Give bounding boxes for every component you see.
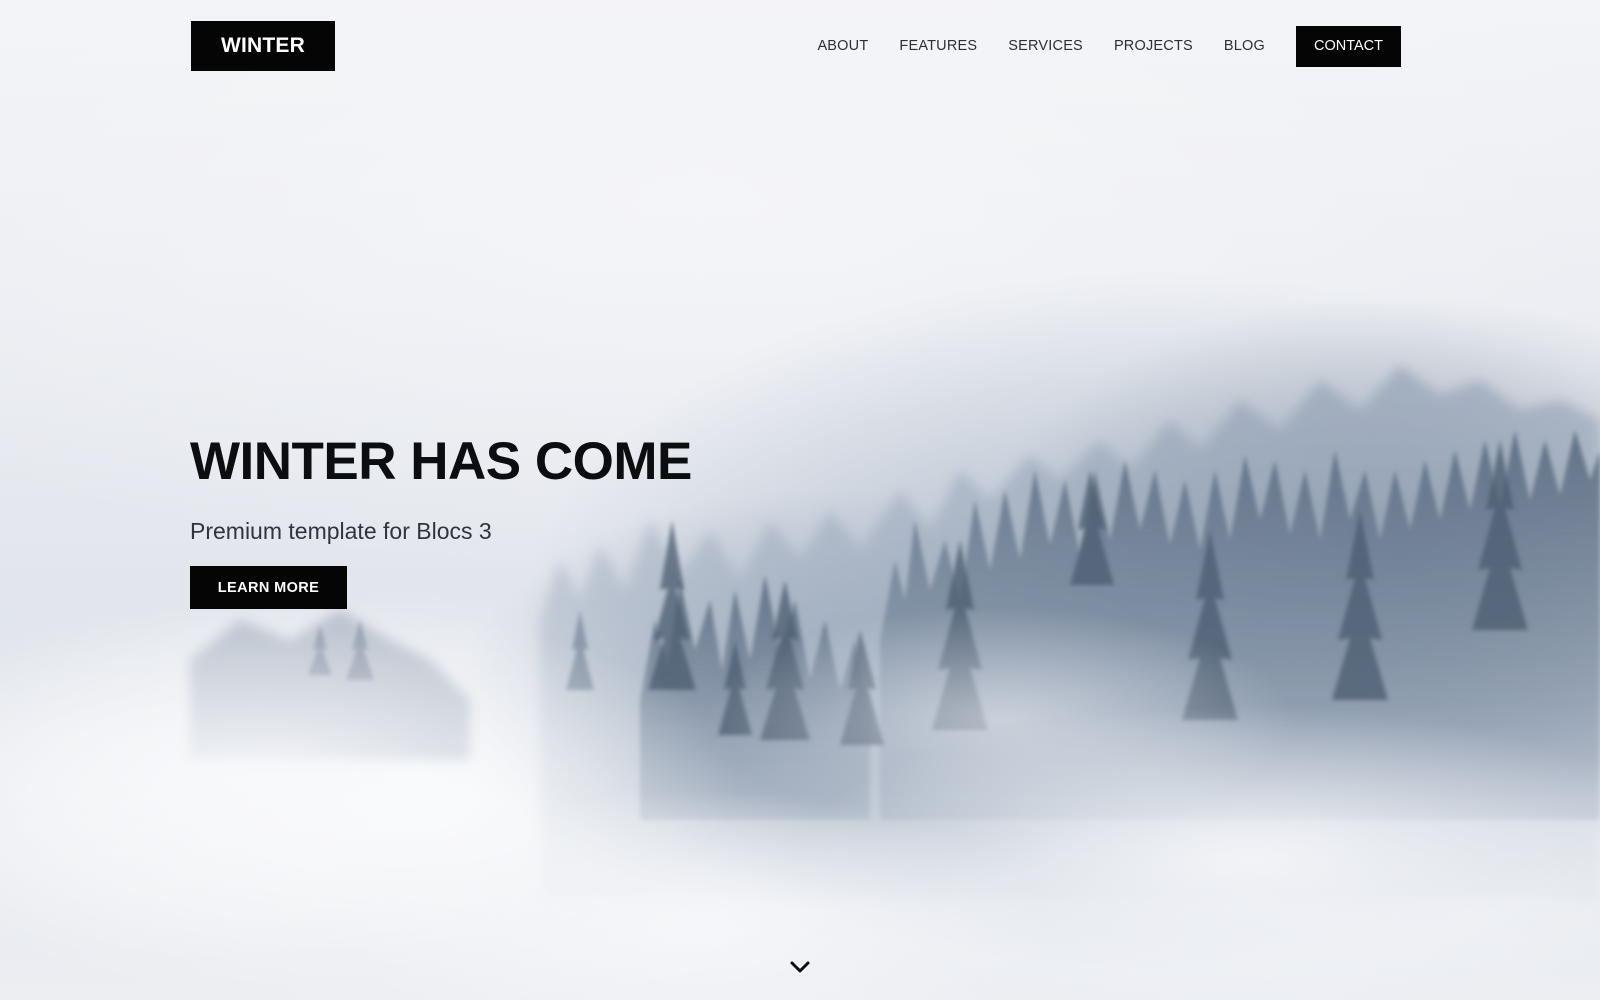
brand-logo[interactable]: WINTER: [191, 21, 335, 71]
scroll-down-button[interactable]: [788, 958, 812, 978]
hero-subtitle: Premium template for Blocs 3: [190, 518, 492, 544]
nav-item-features[interactable]: FEATURES: [899, 38, 977, 54]
hero-section: WINTER HAS COME Premium template for Blo…: [190, 430, 692, 609]
hero-title: WINTER HAS COME: [190, 432, 692, 491]
contact-button[interactable]: CONTACT: [1295, 25, 1401, 67]
main-nav: ABOUT FEATURES SERVICES PROJECTS BLOG CO…: [786, 25, 1401, 67]
chevron-down-icon: [790, 961, 810, 973]
site-header: WINTER ABOUT FEATURES SERVICES PROJECTS …: [191, 21, 1401, 71]
learn-more-button[interactable]: LEARN MORE: [190, 566, 347, 609]
nav-item-about[interactable]: ABOUT: [817, 38, 868, 54]
nav-item-projects[interactable]: PROJECTS: [1114, 38, 1193, 54]
nav-item-blog[interactable]: BLOG: [1224, 38, 1265, 54]
page: WINTER ABOUT FEATURES SERVICES PROJECTS …: [0, 0, 1600, 1000]
nav-item-services[interactable]: SERVICES: [1008, 38, 1083, 54]
